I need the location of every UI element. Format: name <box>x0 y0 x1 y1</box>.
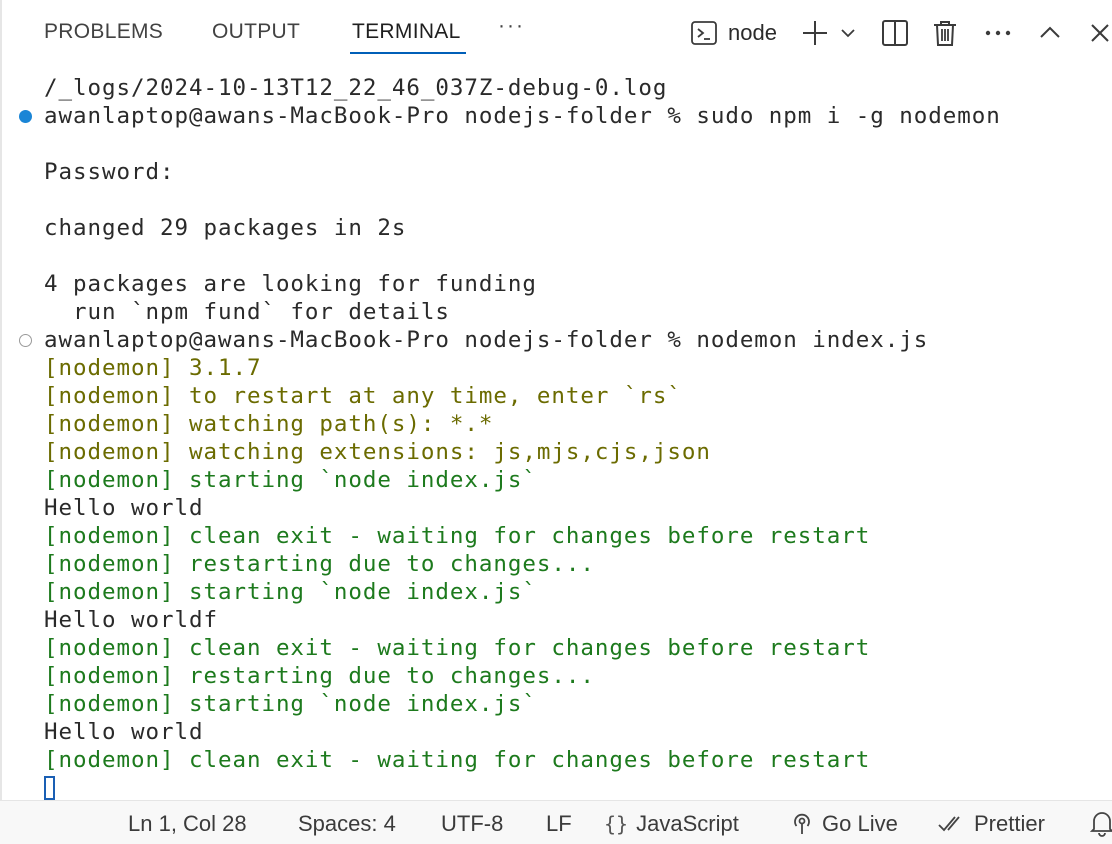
go-live-button[interactable]: Go Live <box>790 811 898 837</box>
go-live-label: Go Live <box>822 811 898 836</box>
terminal-line: Password: <box>44 159 175 185</box>
terminal-line: Hello world <box>44 495 204 521</box>
language-mode[interactable]: {} JavaScript <box>604 811 739 837</box>
broadcast-icon <box>790 812 814 836</box>
terminal-line: [nodemon] clean exit - waiting for chang… <box>44 523 871 549</box>
terminal-line: [nodemon] 3.1.7 <box>44 355 262 381</box>
prettier-label: Prettier <box>974 811 1045 836</box>
status-bar: Ln 1, Col 28 Spaces: 4 UTF-8 LF {} JavaS… <box>0 800 1112 844</box>
split-terminal-icon[interactable] <box>880 16 910 50</box>
cursor-position[interactable]: Ln 1, Col 28 <box>128 811 247 837</box>
terminal-line: [nodemon] clean exit - waiting for chang… <box>44 747 871 773</box>
terminal-line: [nodemon] to restart at any time, enter … <box>44 383 682 409</box>
terminal-icon[interactable] <box>688 16 720 50</box>
terminal-line: [nodemon] starting `node index.js` <box>44 467 537 493</box>
terminal-line: /_logs/2024-10-13T12_22_46_037Z-debug-0.… <box>44 75 668 101</box>
bell-icon[interactable] <box>1090 809 1112 837</box>
terminal-line: awanlaptop@awans-MacBook-Pro nodejs-fold… <box>44 327 929 353</box>
active-tab-indicator <box>350 52 466 54</box>
prettier-button[interactable]: Prettier <box>938 811 1045 837</box>
encoding-setting[interactable]: UTF-8 <box>441 811 503 837</box>
terminal-line: [nodemon] clean exit - waiting for chang… <box>44 635 871 661</box>
trash-icon[interactable] <box>930 16 960 50</box>
terminal-instance-label[interactable]: node <box>728 20 777 46</box>
indentation-setting[interactable]: Spaces: 4 <box>298 811 396 837</box>
new-terminal-icon[interactable] <box>800 16 830 50</box>
terminal-line: awanlaptop@awans-MacBook-Pro nodejs-fold… <box>44 103 1001 129</box>
terminal-line: Hello worldf <box>44 607 218 633</box>
terminal-output[interactable]: /_logs/2024-10-13T12_22_46_037Z-debug-0.… <box>0 74 1112 800</box>
tab-output[interactable]: OUTPUT <box>212 20 300 44</box>
terminal-line: [nodemon] restarting due to changes... <box>44 663 595 689</box>
command-running-decoration[interactable] <box>19 334 32 347</box>
close-panel-icon[interactable] <box>1088 16 1112 50</box>
terminal-line: [nodemon] watching extensions: js,mjs,cj… <box>44 439 711 465</box>
braces-icon: {} <box>604 812 629 836</box>
terminal-line: [nodemon] watching path(s): *.* <box>44 411 494 437</box>
terminal-line: [nodemon] starting `node index.js` <box>44 691 537 717</box>
language-label: JavaScript <box>636 811 739 836</box>
terminal-cursor <box>44 776 55 800</box>
command-success-decoration[interactable] <box>19 110 32 123</box>
maximize-panel-icon[interactable] <box>1036 16 1064 50</box>
tab-terminal[interactable]: TERMINAL <box>352 20 461 44</box>
more-actions-icon[interactable] <box>982 16 1014 50</box>
terminal-line: changed 29 packages in 2s <box>44 215 407 241</box>
more-tabs-button[interactable]: ··· <box>498 14 525 38</box>
terminal-line: Hello world <box>44 719 204 745</box>
terminal-line: run `npm fund` for details <box>44 299 450 325</box>
terminal-line: 4 packages are looking for funding <box>44 271 537 297</box>
double-check-icon <box>938 814 966 834</box>
panel-header: PROBLEMS OUTPUT TERMINAL ··· node <box>0 0 1112 66</box>
terminal-line: [nodemon] starting `node index.js` <box>44 579 537 605</box>
terminal-line: [nodemon] restarting due to changes... <box>44 551 595 577</box>
chevron-down-icon[interactable] <box>836 16 860 50</box>
eol-setting[interactable]: LF <box>546 811 572 837</box>
tab-problems[interactable]: PROBLEMS <box>44 20 163 44</box>
